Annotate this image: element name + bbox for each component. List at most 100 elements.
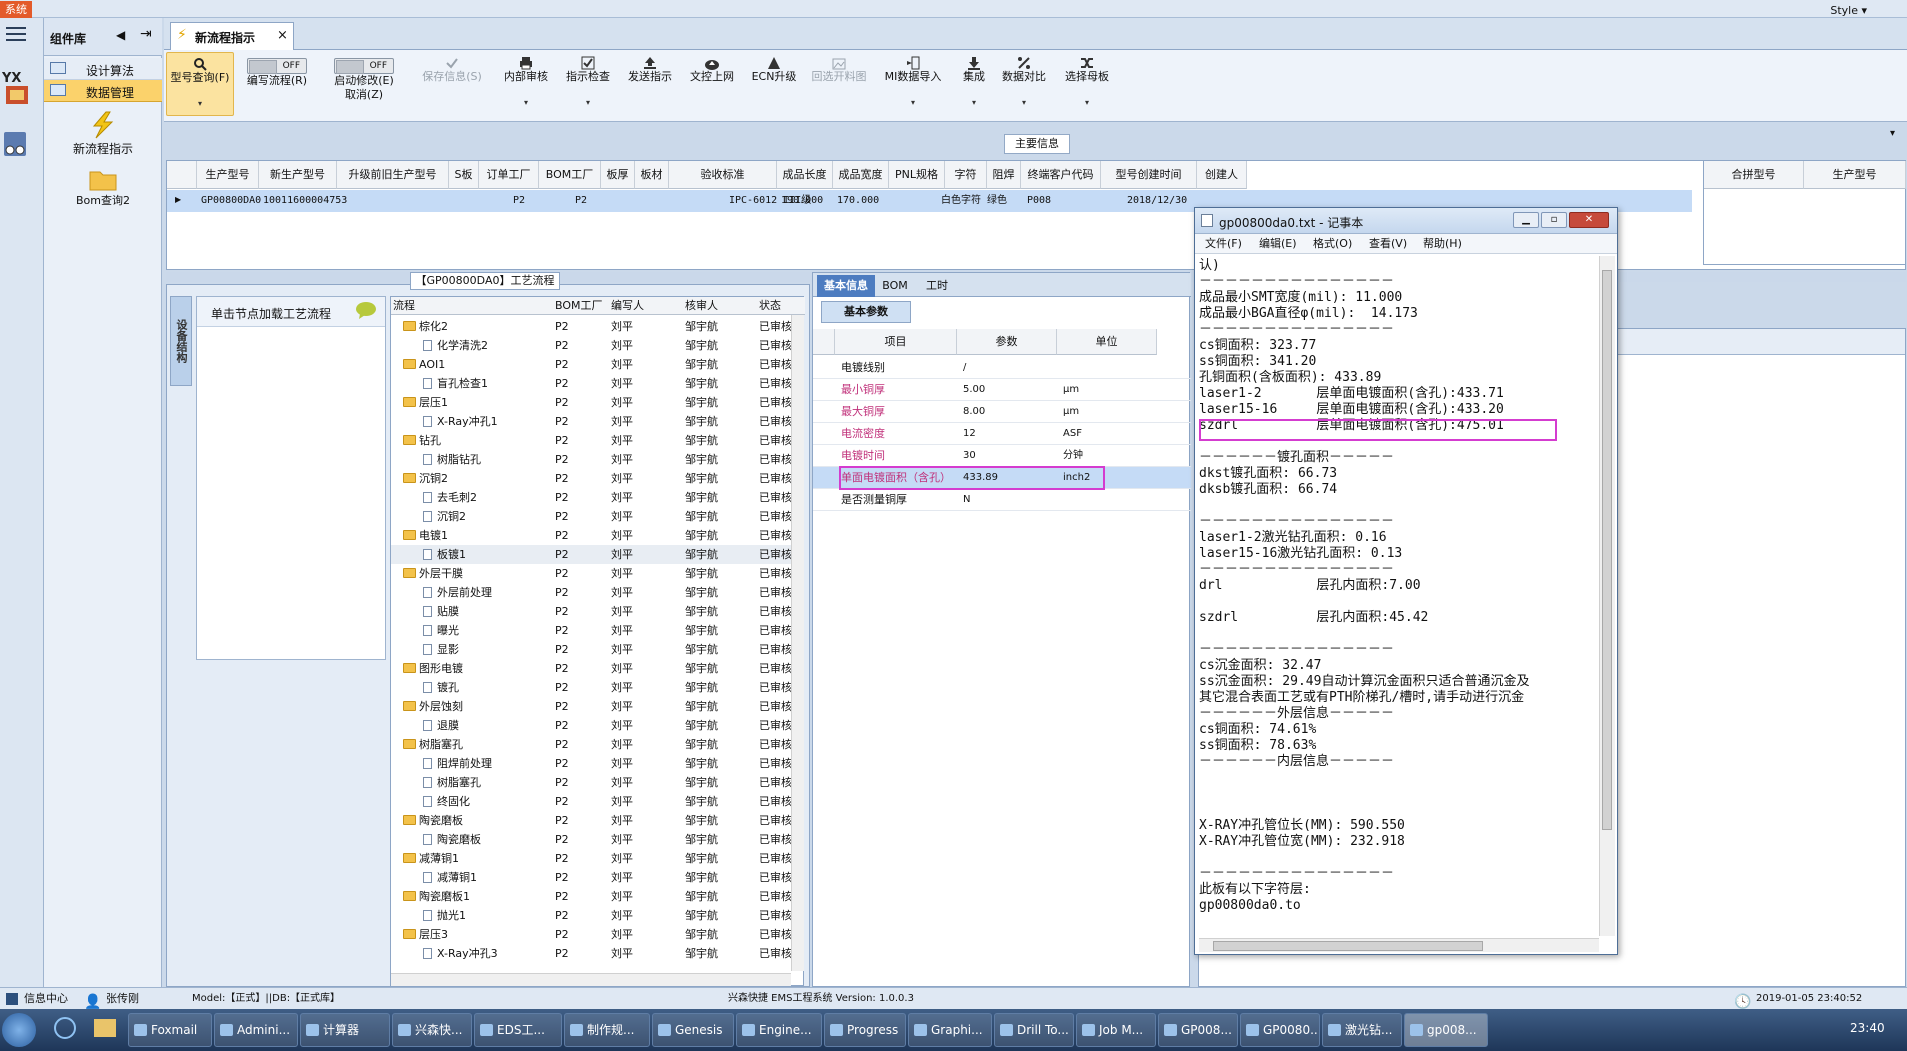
tree-row[interactable]: 层压3 P2 刘平 邹宇航 已审核: [391, 925, 791, 944]
tree-row[interactable]: 外层干膜 P2 刘平 邹宇航 已审核: [391, 564, 791, 583]
maximize-icon[interactable]: ▫: [1541, 212, 1567, 228]
column-header[interactable]: 新生产型号: [259, 161, 337, 189]
tree-row[interactable]: 减薄铜1 P2 刘平 邹宇航 已审核: [391, 868, 791, 887]
taskbar-clock[interactable]: 23:40: [1850, 1021, 1885, 1035]
tree-row[interactable]: 钻孔 P2 刘平 邹宇航 已审核: [391, 431, 791, 450]
model-query-button[interactable]: 型号查询(F) ▾: [166, 52, 234, 116]
toggle-switch[interactable]: OFF: [247, 58, 307, 74]
param-value[interactable]: 12: [963, 423, 976, 445]
taskbar-item[interactable]: Foxmail: [128, 1013, 212, 1047]
cell-char[interactable]: 白色字符: [941, 191, 981, 211]
info-center-link[interactable]: 信息中心: [24, 988, 68, 1010]
menu-edit[interactable]: 编辑(E): [1259, 234, 1297, 254]
column-header[interactable]: 参数: [957, 329, 1057, 355]
taskbar-item[interactable]: Admini...: [214, 1013, 298, 1047]
tree-row[interactable]: 沉铜2 P2 刘平 邹宇航 已审核: [391, 507, 791, 526]
internal-review-button[interactable]: 内部审核 ▾: [498, 52, 554, 116]
cell-length[interactable]: 190.000: [781, 191, 823, 211]
doc-control-button[interactable]: 文控上网: [684, 52, 740, 116]
column-header[interactable]: 字符: [945, 161, 987, 189]
column-header[interactable]: 升级前旧生产型号: [337, 161, 449, 189]
column-header[interactable]: PNL规格: [889, 161, 945, 189]
param-row[interactable]: 电镀线别 /: [813, 357, 1191, 379]
column-header[interactable]: 成品长度: [777, 161, 833, 189]
comment-icon[interactable]: [355, 301, 377, 319]
column-header[interactable]: 成品宽度: [833, 161, 889, 189]
param-value[interactable]: 30: [963, 445, 976, 467]
cell-order-factory[interactable]: P2: [513, 191, 525, 211]
param-value[interactable]: /: [963, 357, 966, 379]
tool-new-flow[interactable]: 新流程指示: [58, 110, 148, 160]
pin-icon[interactable]: ⇥: [140, 26, 152, 42]
tab-close-icon[interactable]: ×: [277, 28, 288, 43]
tree-row[interactable]: X-Ray冲孔3 P2 刘平 邹宇航 已审核: [391, 944, 791, 963]
tree-vscroll[interactable]: [791, 315, 804, 971]
column-header[interactable]: 订单工厂: [479, 161, 539, 189]
chevron-down-icon[interactable]: ▾: [560, 96, 616, 110]
column-header[interactable]: 编写人: [611, 297, 644, 315]
tree-row[interactable]: 退膜 P2 刘平 邹宇航 已审核: [391, 716, 791, 735]
menu-view[interactable]: 查看(V): [1369, 234, 1407, 254]
param-unit[interactable]: 分钟: [1063, 445, 1083, 467]
tree-row[interactable]: 陶瓷磨板 P2 刘平 邹宇航 已审核: [391, 811, 791, 830]
menu-help[interactable]: 帮助(H): [1423, 234, 1462, 254]
tree-row[interactable]: X-Ray冲孔1 P2 刘平 邹宇航 已审核: [391, 412, 791, 431]
column-header[interactable]: 板材: [635, 161, 669, 189]
tree-row[interactable]: 外层蚀刻 P2 刘平 邹宇航 已审核: [391, 697, 791, 716]
nav-item-design-algorithm[interactable]: 设计算法: [44, 58, 162, 80]
node-load-panel[interactable]: 单击节点加载工艺流程: [196, 296, 386, 660]
taskbar-item[interactable]: 激光钻...: [1322, 1013, 1402, 1047]
notepad-titlebar[interactable]: gp00800da0.txt - 记事本 ▁ ▫ ✕: [1195, 208, 1617, 234]
tree-row[interactable]: 显影 P2 刘平 邹宇航 已审核: [391, 640, 791, 659]
chevron-down-icon[interactable]: ▾: [1056, 96, 1118, 110]
column-header[interactable]: 阻焊: [987, 161, 1021, 189]
tab-bom[interactable]: BOM: [877, 275, 913, 297]
column-header[interactable]: BOM工厂: [555, 297, 603, 315]
cell-model[interactable]: GP00800DA0: [201, 191, 261, 211]
taskbar-item[interactable]: Drill To...: [994, 1013, 1074, 1047]
cell-created[interactable]: 2018/12/30: [1127, 191, 1187, 211]
explorer-icon[interactable]: [94, 1019, 116, 1037]
tree-row[interactable]: 树脂塞孔 P2 刘平 邹宇航 已审核: [391, 773, 791, 792]
column-header[interactable]: 合拼型号: [1704, 161, 1804, 189]
column-header[interactable]: 板厚: [601, 161, 635, 189]
tree-row[interactable]: 镀孔 P2 刘平 邹宇航 已审核: [391, 678, 791, 697]
column-header[interactable]: 创建人: [1197, 161, 1247, 189]
chevron-down-icon[interactable]: ▾: [952, 96, 996, 110]
tree-row[interactable]: 层压1 P2 刘平 邹宇航 已审核: [391, 393, 791, 412]
tree-row[interactable]: 化学清洗2 P2 刘平 邹宇航 已审核: [391, 336, 791, 355]
chevron-down-icon[interactable]: ▾: [167, 97, 233, 111]
close-icon[interactable]: ✕: [1569, 212, 1609, 228]
tree-row[interactable]: 曝光 P2 刘平 邹宇航 已审核: [391, 621, 791, 640]
tree-row[interactable]: AOI1 P2 刘平 邹宇航 已审核: [391, 355, 791, 374]
toggle-switch[interactable]: OFF: [334, 58, 394, 74]
cell-width[interactable]: 170.000: [837, 191, 879, 211]
taskbar-item[interactable]: GP0080...: [1240, 1013, 1320, 1047]
module-calculator-icon[interactable]: [2, 130, 30, 160]
tab-new-flow[interactable]: ⚡ 新流程指示 ×: [170, 22, 294, 50]
param-unit[interactable]: μm: [1063, 379, 1079, 401]
column-header[interactable]: 生产型号: [1804, 161, 1906, 189]
scroll-thumb[interactable]: [1602, 270, 1612, 830]
param-row[interactable]: 电镀时间 30 分钟: [813, 445, 1191, 467]
tab-work-hours[interactable]: 工时: [917, 275, 957, 297]
chevron-down-icon[interactable]: ▾: [880, 96, 946, 110]
cell-solder[interactable]: 绿色: [987, 191, 1007, 211]
tree-row[interactable]: 棕化2 P2 刘平 邹宇航 已审核: [391, 317, 791, 336]
column-header[interactable]: BOM工厂: [539, 161, 601, 189]
scroll-thumb[interactable]: [1213, 941, 1483, 951]
tree-hscroll[interactable]: [391, 973, 791, 986]
column-header[interactable]: 型号创建时间: [1101, 161, 1197, 189]
notepad-vscroll[interactable]: [1599, 256, 1615, 936]
taskbar-item[interactable]: Job M...: [1076, 1013, 1156, 1047]
tree-row[interactable]: 图形电镀 P2 刘平 邹宇航 已审核: [391, 659, 791, 678]
tree-row[interactable]: 盲孔检查1 P2 刘平 邹宇航 已审核: [391, 374, 791, 393]
tree-row[interactable]: 板镀1 P2 刘平 邹宇航 已审核: [391, 545, 791, 564]
tree-row[interactable]: 外层前处理 P2 刘平 邹宇航 已审核: [391, 583, 791, 602]
select-mother-board-button[interactable]: 选择母板 ▾: [1056, 52, 1118, 116]
taskbar-item[interactable]: gp008...: [1404, 1013, 1488, 1047]
tree-row[interactable]: 陶瓷磨板 P2 刘平 邹宇航 已审核: [391, 830, 791, 849]
tree-row[interactable]: 贴膜 P2 刘平 邹宇航 已审核: [391, 602, 791, 621]
tree-row[interactable]: 沉铜2 P2 刘平 邹宇航 已审核: [391, 469, 791, 488]
integrate-button[interactable]: 集成 ▾: [952, 52, 996, 116]
